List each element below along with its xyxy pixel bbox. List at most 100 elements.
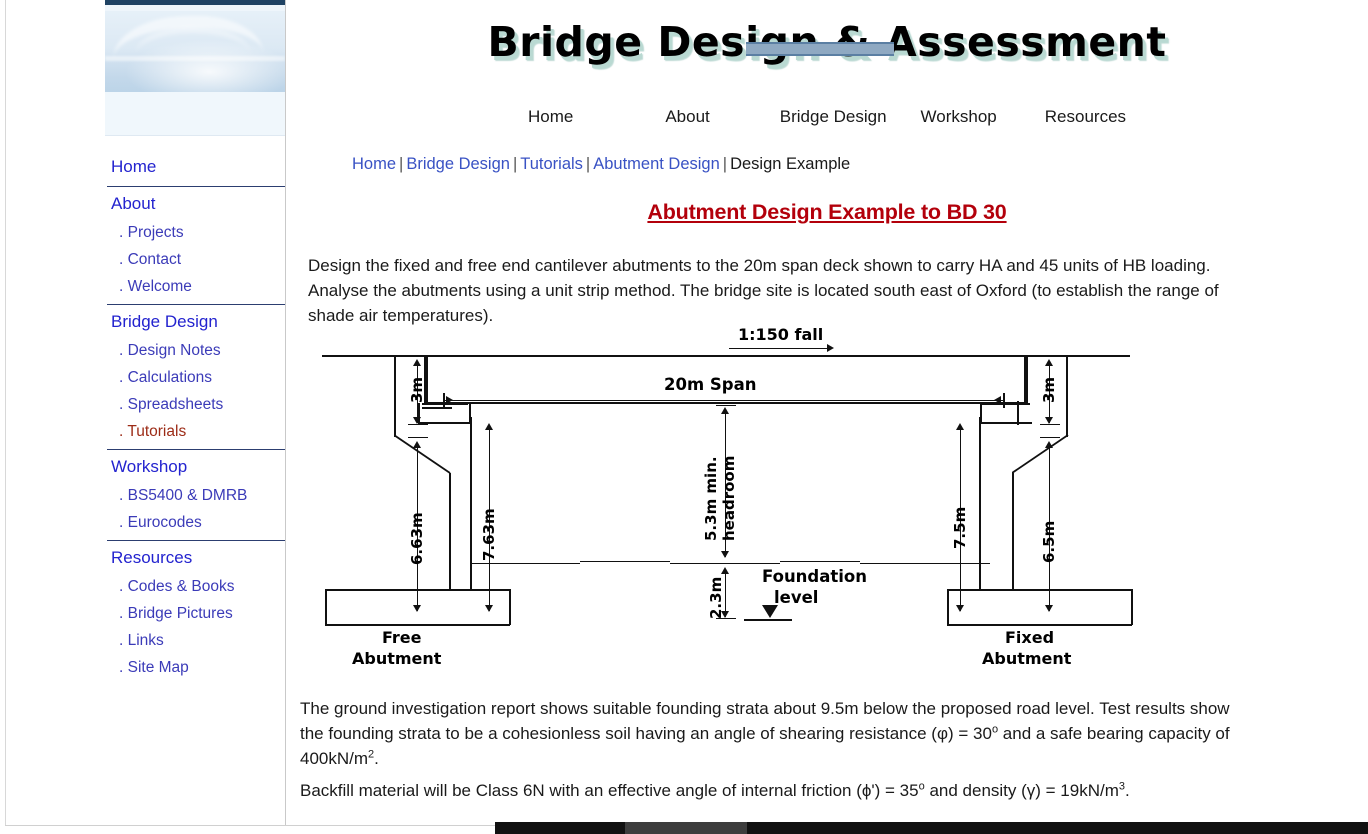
sidebar-item-site-map[interactable]: . Site Map <box>105 655 285 682</box>
free-abutment-back-face-lower <box>449 473 451 590</box>
horizontal-scrollbar-thumb[interactable] <box>625 822 747 834</box>
free-bearing-shelf-top <box>422 403 468 405</box>
sidebar-nav: Home About . Projects . Contact . Welcom… <box>105 152 285 682</box>
sidebar-item-bridge-design[interactable]: Bridge Design <box>105 307 285 338</box>
free-3m-arrow-top-icon <box>413 359 421 366</box>
sidebar-divider <box>107 540 285 541</box>
page-left-rule <box>5 0 6 826</box>
breadcrumb-tutorials[interactable]: Tutorials <box>520 155 583 173</box>
free-abutment-caption-line1: Free <box>382 628 422 647</box>
deck-left-end-line <box>426 355 428 403</box>
sidebar-item-eurocodes[interactable]: . Eurocodes <box>105 510 285 537</box>
foundation-level-label-line2: level <box>774 588 819 607</box>
fixed-3m-arrow-top-icon <box>1045 359 1053 366</box>
banner-deck-shape <box>105 56 285 61</box>
breadcrumb-separator: | <box>399 155 404 173</box>
breadcrumb-home[interactable]: Home <box>352 155 396 173</box>
sidebar-item-home[interactable]: Home <box>105 152 285 183</box>
sidebar-item-calculations[interactable]: . Calculations <box>105 365 285 392</box>
fixed-75m-arrow-bottom-icon <box>956 605 964 612</box>
sidebar-item-links[interactable]: . Links <box>105 628 285 655</box>
fixed-base-left-line <box>947 589 949 625</box>
site-title-banner: Bridge Design & Assessment <box>286 16 1368 82</box>
breadcrumb-separator: | <box>722 155 728 173</box>
deck-soffit-line <box>426 402 1026 404</box>
fixed-3m-label: 3m <box>1040 376 1058 403</box>
sidebar-item-tutorials[interactable]: . Tutorials <box>105 419 285 446</box>
foundation-level-marker-icon <box>762 605 778 618</box>
sidebar-item-welcome[interactable]: . Welcome <box>105 274 285 301</box>
free-abutment-taper-svg <box>393 434 451 474</box>
breadcrumb-bridge-design[interactable]: Bridge Design <box>406 155 510 173</box>
horizontal-scrollbar[interactable] <box>495 822 1368 834</box>
fixed-abutment-backwall <box>1026 355 1028 403</box>
breadcrumb-separator: | <box>585 155 591 173</box>
top-navigation: Home About Bridge Design Workshop Resour… <box>286 100 1368 134</box>
free-base-right-line <box>509 589 511 625</box>
sidebar-divider <box>107 449 285 450</box>
sidebar-item-workshop[interactable]: Workshop <box>105 452 285 483</box>
breadcrumb-current: Design Example <box>730 155 851 173</box>
free-763m-arrow-bottom-icon <box>485 605 493 612</box>
fixed-65m-label: 6.5m <box>1040 520 1058 563</box>
ground-line-seg4 <box>780 561 860 562</box>
free-3m-label: 3m <box>408 376 426 403</box>
sidebar-item-bs5400-dmrb[interactable]: . BS5400 & DMRB <box>105 483 285 510</box>
fall-label: 1:150 fall <box>738 325 824 344</box>
free-abutment-front-face <box>470 417 472 590</box>
foundation-depth-label: 2.3m <box>707 576 725 619</box>
foundation-level-marker-line <box>744 619 792 621</box>
sidebar-item-contact[interactable]: . Contact <box>105 247 285 274</box>
sidebar-item-resources[interactable]: Resources <box>105 543 285 574</box>
fixed-base-top-line <box>947 589 1132 591</box>
fixed-75m-label: 7.5m <box>951 506 969 549</box>
free-abutment-caption-line2: Abutment <box>352 649 442 668</box>
sidebar-item-projects[interactable]: . Projects <box>105 220 285 247</box>
ground-line-seg5 <box>860 563 990 564</box>
span-tick-left <box>443 393 445 408</box>
fixed-75m-tick-bottom <box>951 624 973 625</box>
fixed-abutment-caption-line1: Fixed <box>1005 628 1055 647</box>
backfill-paragraph: Backfill material will be Class 6N with … <box>300 778 1240 803</box>
topnav-workshop[interactable]: Workshop <box>911 107 1007 127</box>
fixed-base-right-line <box>1131 589 1133 625</box>
breadcrumb-abutment-design[interactable]: Abutment Design <box>593 155 720 173</box>
fixed-65m-arrow-bottom-icon <box>1045 605 1053 612</box>
sidebar-item-about[interactable]: About <box>105 189 285 220</box>
main-content: Bridge Design & Assessment Home About Br… <box>286 0 1368 826</box>
free-3m-arrow-bottom-icon <box>413 417 421 424</box>
bridge-banner-image <box>105 0 285 92</box>
fixed-abutment-back-face-lower <box>1012 473 1014 590</box>
sidebar-divider <box>107 186 285 187</box>
ground-line-seg2 <box>580 561 670 562</box>
banner-gap <box>105 136 285 150</box>
sidebar-item-codes-books[interactable]: . Codes & Books <box>105 574 285 601</box>
sidebar-item-design-notes[interactable]: . Design Notes <box>105 338 285 365</box>
free-3m-tick-bottom <box>408 424 428 425</box>
fixed-3m-arrow-bottom-icon <box>1045 417 1053 424</box>
road-surface-line <box>322 355 1130 357</box>
foundation-depth-dimension-line <box>725 569 726 617</box>
topnav-resources[interactable]: Resources <box>1035 107 1136 127</box>
headroom-arrow-bottom-icon <box>721 551 729 558</box>
topnav-home[interactable]: Home <box>518 107 583 127</box>
span-tick-right <box>1003 393 1005 408</box>
title-bar-overlay <box>746 42 894 56</box>
topnav-about[interactable]: About <box>655 107 719 127</box>
sidebar-item-spreadsheets[interactable]: . Spreadsheets <box>105 392 285 419</box>
ground-investigation-paragraph: The ground investigation report shows su… <box>300 696 1240 771</box>
ground-line-seg1 <box>470 563 580 564</box>
banner-subpanel <box>105 92 285 136</box>
foundation-depth-arrow-top-icon <box>721 567 729 574</box>
free-663m-arrow-bottom-icon <box>413 605 421 612</box>
free-663m-tick-top <box>408 437 428 438</box>
fixed-75m-arrow-top-icon <box>956 423 964 430</box>
fixed-bearing-pad <box>1017 401 1019 425</box>
ground-text-3: . <box>374 749 379 768</box>
free-bearing-pad <box>422 407 452 409</box>
free-763m-tick-bottom <box>480 624 504 625</box>
breadcrumb-separator: | <box>512 155 518 173</box>
sidebar-item-bridge-pictures[interactable]: . Bridge Pictures <box>105 601 285 628</box>
sidebar-group-about: About . Projects . Contact . Welcome <box>105 189 285 305</box>
topnav-bridge-design[interactable]: Bridge Design <box>770 107 897 127</box>
